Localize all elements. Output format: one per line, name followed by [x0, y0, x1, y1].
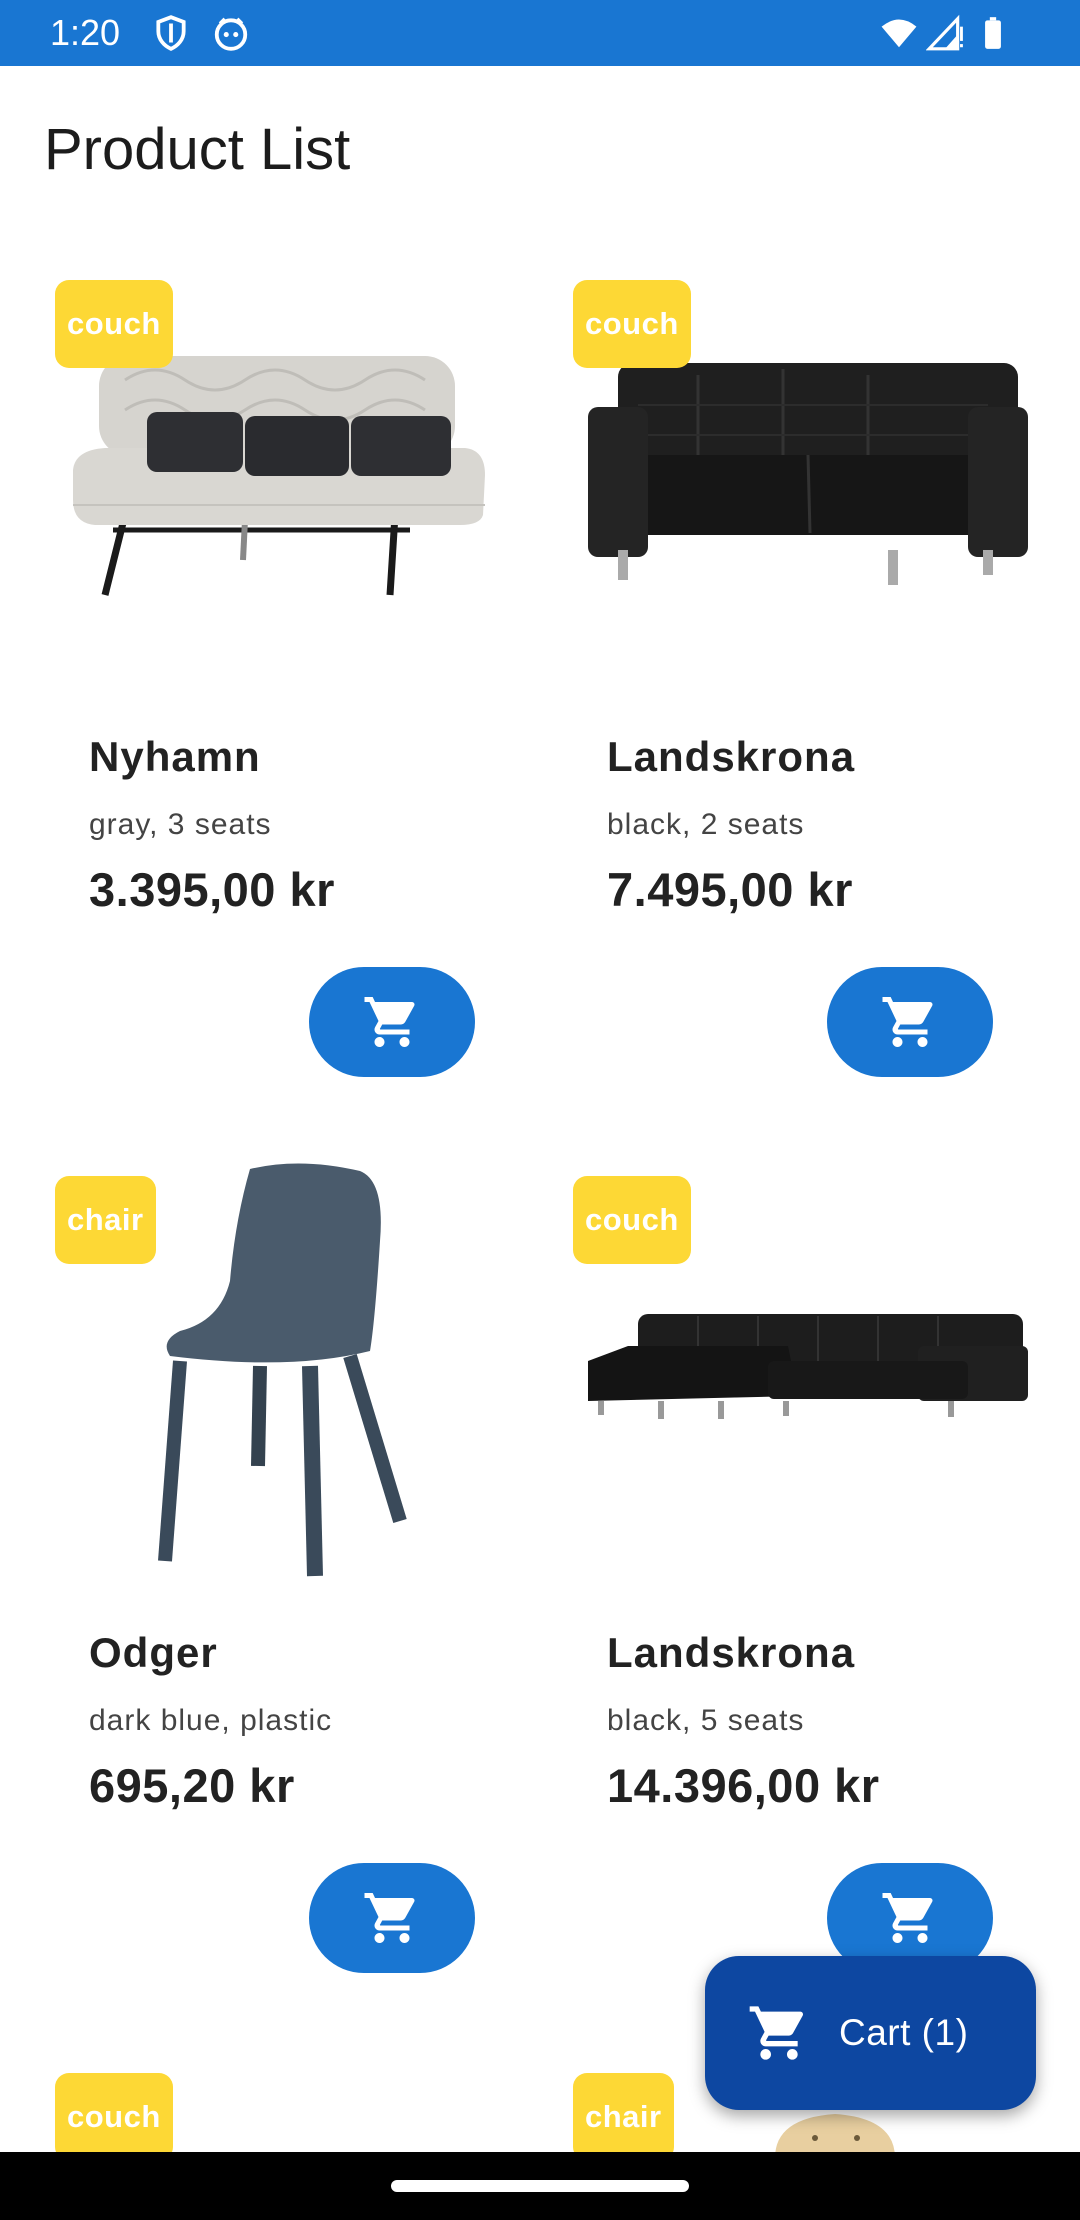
- product-price: 695,20 kr: [89, 1759, 295, 1812]
- product-description: black, 2 seats: [607, 808, 805, 841]
- product-card[interactable]: couch Landskrona black, 2 seats 7.495,00…: [518, 0, 1036, 1077]
- product-description: dark blue, plastic: [89, 1704, 333, 1737]
- product-image: [588, 363, 1028, 585]
- product-name: Nyhamn: [89, 733, 261, 780]
- product-image: [73, 356, 485, 596]
- category-badge: couch: [55, 2073, 173, 2161]
- category-badge: couch: [573, 280, 691, 368]
- cart-fab-label: Cart (1): [839, 2012, 969, 2053]
- cart-fab-button[interactable]: Cart (1): [705, 1956, 1036, 2110]
- navigation-bar: [0, 2152, 1080, 2220]
- product-name: Odger: [89, 1629, 218, 1676]
- home-gesture-handle[interactable]: [391, 2180, 689, 2192]
- cart-icon: [882, 1893, 933, 1943]
- cart-icon: [364, 1893, 415, 1943]
- category-badge: couch: [573, 1176, 691, 1264]
- cart-icon: [749, 2006, 804, 2060]
- product-card[interactable]: couch Landskrona black, 5 seats 14.396,0…: [518, 896, 1036, 1812]
- product-description: gray, 3 seats: [89, 808, 272, 841]
- product-card[interactable]: chair Odger dark blue, plastic 695,20 kr: [0, 896, 518, 1812]
- product-description: black, 5 seats: [607, 1704, 805, 1737]
- category-badge: chair: [573, 2073, 674, 2161]
- add-to-cart-button[interactable]: [309, 1863, 475, 1973]
- category-badge: couch: [55, 280, 173, 368]
- product-name: Landskrona: [607, 733, 856, 780]
- product-price: 14.396,00 kr: [607, 1759, 880, 1812]
- product-card[interactable]: couch Nyhamn gray, 3 seats 3.395,00 kr: [0, 0, 518, 1077]
- product-image: [158, 1163, 407, 1577]
- product-name: Landskrona: [607, 1629, 856, 1676]
- category-badge: chair: [55, 1176, 156, 1264]
- product-image: [775, 2114, 895, 2158]
- product-image: [588, 1314, 1028, 1419]
